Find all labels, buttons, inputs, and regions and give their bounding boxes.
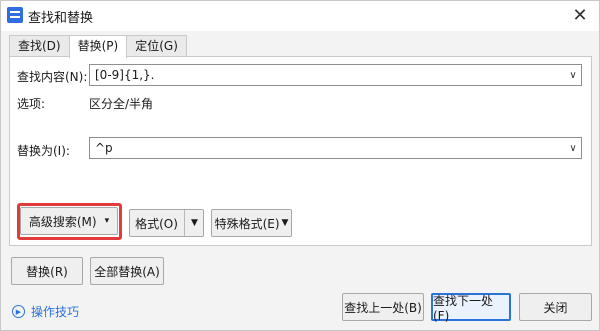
dropdown-arrow-icon: ▼ [190,218,198,228]
special-format-label: 特殊格式(E) [214,216,280,231]
title-bar: 查找和替换 ✕ [1,1,599,31]
dropdown-arrow-icon: ▼ [281,218,289,228]
special-format-button[interactable]: 特殊格式(E) ▼ [211,209,292,237]
chevron-down-icon[interactable]: ∨ [565,70,581,81]
window-title: 查找和替换 [28,11,94,26]
options-value: 区分全/半角 [89,97,154,111]
tips-link[interactable]: ▶ 操作技巧 [12,303,79,320]
format-label: 格式(O) [135,216,178,231]
tab-bar: 查找(D) 替换(P) 定位(G) [9,35,187,58]
find-label: 查找内容(N): [17,70,88,84]
tips-label: 操作技巧 [31,305,80,319]
replace-button[interactable]: 替换(R) [11,257,83,285]
find-next-button[interactable]: 查找下一处(F) [431,293,511,323]
tab-replace[interactable]: 替换(P) [68,35,128,58]
wps-app-icon [7,7,23,23]
find-previous-button[interactable]: 查找上一处(B) [342,293,424,321]
close-button[interactable]: 关闭 [519,293,592,321]
replace-value: ^p [95,141,113,155]
play-circle-icon: ▶ [12,305,25,318]
close-icon[interactable]: ✕ [567,3,593,29]
chevron-down-icon[interactable]: ∨ [565,143,581,154]
highlight-annotation [17,203,122,240]
divider [183,210,185,236]
format-button[interactable]: 格式(O) ▼ [129,209,204,237]
replace-all-button[interactable]: 全部替换(A) [90,257,164,285]
replace-combobox[interactable]: ^p ∨ [89,137,582,159]
tab-find[interactable]: 查找(D) [9,35,70,56]
tab-goto[interactable]: 定位(G) [126,35,187,56]
find-value: [0-9]{1,}. [95,68,155,82]
options-label: 选项: [17,97,46,111]
replace-label: 替换为(I): [17,144,70,158]
find-combobox[interactable]: [0-9]{1,}. ∨ [89,64,582,86]
find-replace-dialog: 查找和替换 ✕ 查找(D) 替换(P) 定位(G) 查找内容(N): [0-9]… [0,0,600,331]
